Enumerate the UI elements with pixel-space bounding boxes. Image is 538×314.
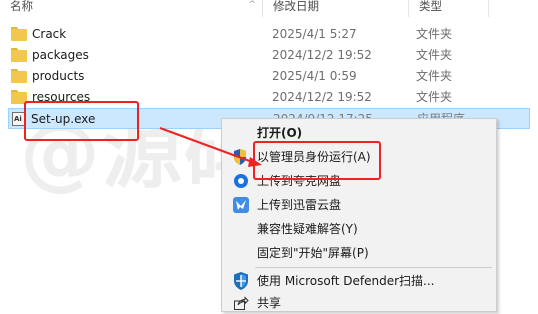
highlight-box-run-as-admin [253, 141, 381, 180]
file-type: 文件夹 [416, 27, 453, 41]
file-date: 2025/4/1 5:27 [272, 27, 357, 41]
file-type: 文件夹 [416, 90, 453, 104]
file-date: 2024/12/2 19:52 [272, 48, 372, 62]
menu-item-pin-start[interactable]: 固定到"开始"屏幕(P) [222, 242, 496, 264]
file-name: Crack [32, 27, 67, 41]
menu-separator [255, 267, 492, 268]
folder-icon [11, 69, 27, 83]
menu-item-compat-troubleshoot[interactable]: 兼容性疑难解答(Y) [222, 218, 496, 240]
menu-item-share[interactable]: 共享 [222, 292, 496, 314]
sort-ascending-icon: ^ [248, 0, 256, 10]
file-row-packages[interactable]: packages 2024/12/2 19:52 文件夹 [0, 45, 538, 66]
quark-icon [234, 174, 248, 188]
file-date: 2024/12/2 19:52 [272, 90, 372, 104]
file-name: packages [32, 48, 89, 62]
column-header-type[interactable]: 类型 [408, 0, 488, 17]
share-icon [234, 296, 249, 310]
folder-icon [11, 27, 27, 41]
file-type: 文件夹 [416, 48, 453, 62]
defender-shield-icon [234, 272, 248, 290]
menu-item-defender-scan[interactable]: 使用 Microsoft Defender扫描... [222, 270, 496, 292]
uac-shield-icon [234, 149, 246, 165]
folder-icon [11, 48, 27, 62]
file-date: 2025/4/1 0:59 [272, 69, 357, 83]
column-header-name[interactable]: 名称 ^ [0, 0, 262, 17]
column-header-size[interactable] [488, 0, 538, 17]
column-header-date[interactable]: 修改日期 [262, 0, 408, 17]
file-row-crack[interactable]: Crack 2025/4/1 5:27 文件夹 [0, 24, 538, 45]
file-row-products[interactable]: products 2025/4/1 0:59 文件夹 [0, 66, 538, 87]
file-name: products [32, 69, 85, 83]
highlight-box-setup [24, 101, 139, 141]
xunlei-icon [233, 197, 249, 213]
menu-item-upload-xunlei[interactable]: 上传到迅雷云盘 [222, 194, 496, 216]
column-header: 名称 ^ 修改日期 类型 [0, 0, 538, 17]
file-type: 文件夹 [416, 69, 453, 83]
